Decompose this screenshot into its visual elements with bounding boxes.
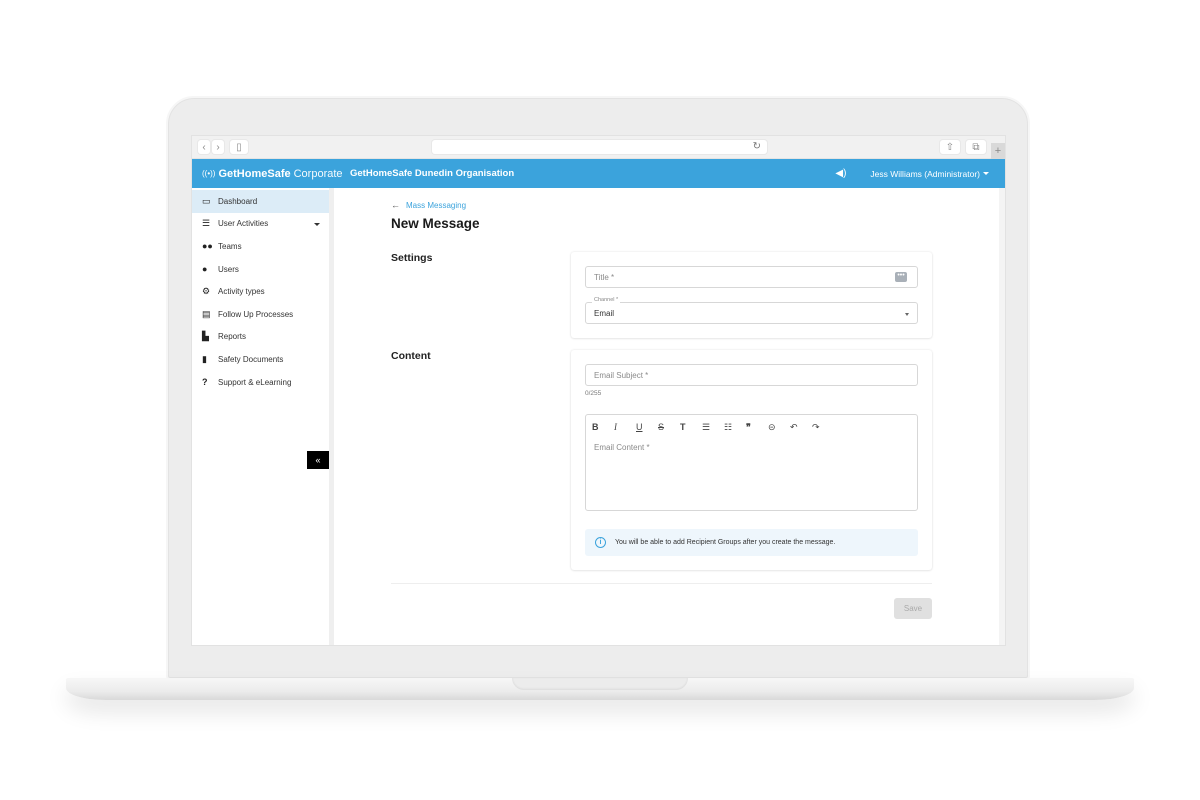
editor-toolbar: B I U S T ☰ ☷ ❞ ⊝ ↶ ↷: [586, 415, 917, 433]
user-menu[interactable]: Jess Williams (Administrator): [870, 169, 989, 179]
browser-toolbar: ‹ › ▯ ↻ ⇧ ⧉ +: [192, 136, 1005, 159]
sidebar-toggle-icon[interactable]: ▯: [230, 140, 248, 154]
sidebar-item-label: Reports: [218, 332, 247, 342]
chevron-down-icon: [314, 222, 320, 226]
arrow-left-icon: ←: [391, 200, 400, 210]
redo-icon[interactable]: ↷: [812, 421, 834, 433]
tabs-icon[interactable]: ⧉: [966, 140, 986, 154]
sidebar-item-activity-types[interactable]: ⚙ Activity types: [192, 280, 329, 303]
question-icon: ?: [202, 377, 208, 388]
sidebar-item-follow-up-processes[interactable]: ▤ Follow Up Processes: [192, 303, 329, 326]
gear-icon: ⚙: [202, 286, 211, 297]
url-bar[interactable]: ↻: [432, 140, 767, 154]
user-name: Jess Williams (Administrator): [870, 168, 980, 179]
logo-brand: GetHomeSafe: [218, 167, 291, 180]
new-tab-icon[interactable]: +: [991, 143, 1005, 159]
underline-icon[interactable]: U: [636, 421, 658, 433]
info-text: You will be able to add Recipient Groups…: [615, 539, 836, 546]
sidebar-item-label: Follow Up Processes: [218, 309, 294, 319]
sidebar-item-label: Dashboard: [218, 196, 258, 206]
bullet-list-icon[interactable]: ☷: [724, 421, 746, 433]
title-field[interactable]: •••: [585, 266, 918, 288]
quote-icon[interactable]: ❞: [746, 421, 768, 433]
email-content-placeholder: Email Content *: [594, 443, 650, 452]
sidebar-item-users[interactable]: ● Users: [192, 258, 329, 281]
strikethrough-icon[interactable]: S: [658, 421, 680, 433]
sidebar-item-label: Safety Documents: [218, 354, 284, 364]
scrollbar[interactable]: [999, 188, 1005, 645]
more-options-icon[interactable]: •••: [895, 272, 907, 282]
laptop-screen: ‹ › ▯ ↻ ⇧ ⧉ + ((•)) GetHomeSafe Corporat…: [191, 135, 1006, 646]
sidebar-item-user-activities[interactable]: ☰ User Activities: [192, 213, 329, 236]
heading-icon[interactable]: T: [680, 421, 702, 433]
logo-suffix: Corporate: [293, 167, 343, 180]
sidebar-item-label: Users: [218, 264, 239, 274]
recipient-groups-info: i You will be able to add Recipient Grou…: [585, 529, 918, 556]
app-logo[interactable]: ((•)) GetHomeSafe Corporate: [192, 167, 343, 180]
collapse-sidebar-button[interactable]: «: [307, 451, 329, 469]
settings-section-label: Settings: [391, 252, 433, 264]
forward-icon[interactable]: ›: [212, 140, 224, 154]
ordered-list-icon[interactable]: ☰: [702, 421, 724, 433]
sidebar-item-safety-documents[interactable]: ▮ Safety Documents: [192, 348, 329, 371]
main-content: ← Mass Messaging New Message Settings ••…: [334, 188, 1005, 645]
sidebar-item-support-elearning[interactable]: ? Support & eLearning: [192, 371, 329, 394]
sidebar-item-teams[interactable]: ●● Teams: [192, 235, 329, 258]
bold-icon[interactable]: B: [592, 421, 614, 433]
back-icon[interactable]: ‹: [198, 140, 210, 154]
document-icon: ▮: [202, 353, 207, 364]
settings-card: ••• Channel * Email: [571, 252, 932, 338]
sidebar: ▭ Dashboard ☰ User Activities ●● Teams ●…: [192, 188, 334, 645]
app-header: ((•)) GetHomeSafe Corporate GetHomeSafe …: [192, 159, 1005, 188]
form-divider: [391, 583, 932, 584]
chart-icon: ▙: [202, 331, 209, 342]
speaker-icon[interactable]: ◀): [835, 168, 846, 179]
channel-label: Channel *: [592, 297, 621, 303]
organisation-name: GetHomeSafe Dunedin Organisation: [350, 168, 515, 179]
chevron-down-icon: [905, 313, 909, 316]
reload-icon[interactable]: ↻: [753, 140, 761, 154]
info-icon: i: [595, 537, 606, 548]
save-button[interactable]: Save: [894, 598, 932, 619]
sidebar-item-label: Activity types: [218, 287, 265, 297]
user-icon: ●: [202, 264, 208, 275]
email-subject-field[interactable]: [585, 364, 918, 386]
sidebar-item-reports[interactable]: ▙ Reports: [192, 326, 329, 349]
content-section-label: Content: [391, 350, 431, 362]
channel-select[interactable]: Channel * Email: [585, 297, 918, 324]
channel-value: Email: [594, 308, 615, 318]
title-input[interactable]: [594, 272, 917, 282]
sidebar-item-label: User Activities: [218, 219, 269, 229]
link-icon[interactable]: ⊝: [768, 421, 790, 433]
list-check-icon: ☰: [202, 218, 211, 229]
chevron-down-icon: [983, 172, 989, 175]
clipboard-icon: ▤: [202, 308, 211, 319]
subject-char-counter: 0/255: [585, 390, 602, 397]
signal-logo-icon: ((•)): [202, 169, 216, 178]
email-subject-input[interactable]: [594, 370, 917, 380]
page-title: New Message: [391, 216, 480, 231]
laptop-icon: ▭: [202, 195, 211, 206]
share-icon[interactable]: ⇧: [940, 140, 960, 154]
sidebar-item-dashboard[interactable]: ▭ Dashboard: [192, 190, 329, 213]
content-card: 0/255 B I U S T ☰ ☷ ❞ ⊝ ↶ ↷: [571, 350, 932, 570]
back-to-mass-messaging-link[interactable]: ← Mass Messaging: [391, 200, 466, 210]
back-link-label: Mass Messaging: [406, 200, 467, 210]
email-content-editor[interactable]: B I U S T ☰ ☷ ❞ ⊝ ↶ ↷ Email Content *: [585, 414, 918, 511]
sidebar-item-label: Teams: [218, 241, 242, 251]
italic-icon[interactable]: I: [614, 421, 636, 433]
laptop-notch: [512, 678, 688, 690]
sidebar-item-label: Support & eLearning: [218, 377, 292, 387]
undo-icon[interactable]: ↶: [790, 421, 812, 433]
users-group-icon: ●●: [202, 241, 213, 252]
